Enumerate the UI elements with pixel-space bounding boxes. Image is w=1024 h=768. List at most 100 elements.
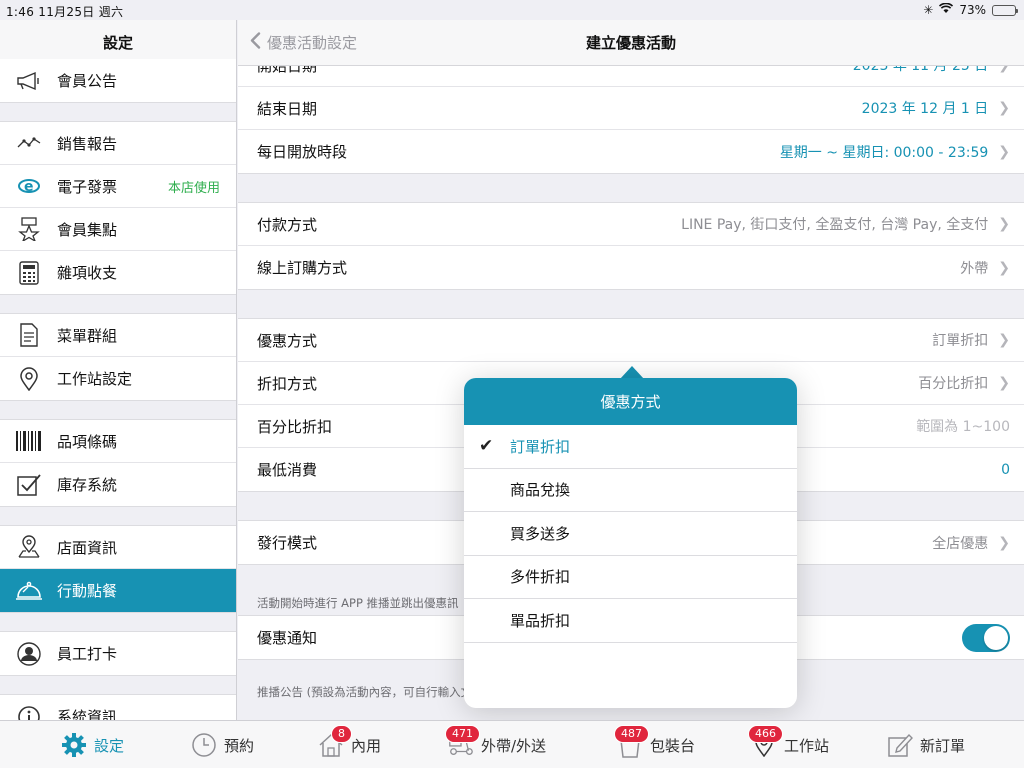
checkbox-icon [14,473,44,497]
count-badge: 487 [614,725,649,743]
sidebar-item[interactable]: 系統資訊 [0,695,236,720]
sidebar-item[interactable]: 行動點餐 [0,569,236,612]
sales-chart-icon [14,131,44,155]
tab-label: 內用 [351,736,382,755]
sidebar-item[interactable]: 雜項收支 [0,251,236,294]
sidebar-item[interactable]: e 電子發票 本店使用 [0,165,236,208]
sidebar-group: 銷售報告 e 電子發票 本店使用 會員集點 雜項收支 [0,121,236,295]
clock-icon [190,731,218,759]
sidebar-item-label: 行動點餐 [57,582,118,600]
sidebar-item-label: 雜項收支 [57,264,118,282]
settings-sidebar: 設定 會員公告 銷售報告 e 電子發票 本店使用 會員集點 雜項收支 菜單群組 工作站設定 品項條… [0,20,237,720]
tab-label: 工作站 [784,736,830,755]
tab-item[interactable]: 新訂單 [886,721,965,768]
sidebar-item[interactable]: 員工打卡 [0,632,236,675]
menu-doc-icon [14,323,44,347]
popover-option[interactable]: 單品折扣 [464,599,797,643]
discount-type-label: 折扣方式 [257,374,318,393]
notify-toggle[interactable] [962,623,1010,652]
tab-item[interactable]: 471 外帶/外送 [445,721,546,768]
tab-label: 包裝台 [650,736,696,755]
sidebar-group: 員工打卡 [0,631,236,676]
percent-input[interactable]: 範圍為 1~100 [916,416,1010,436]
sidebar-group: 會員公告 [0,59,236,103]
chevron-right-icon: ❯ [998,332,1010,348]
discount-method-row[interactable]: 優惠方式 訂單折扣 ❯ [238,319,1024,362]
back-button[interactable]: 優惠活動設定 [250,32,357,53]
discount-method-value: 訂單折扣 [932,333,989,349]
megaphone-icon [14,69,44,93]
sidebar-item[interactable]: 品項條碼 [0,420,236,463]
popover-option-label: 買多送多 [510,524,571,543]
battery-icon [992,4,1018,16]
online-order-value: 外帶 [960,260,989,277]
min-spend-input[interactable]: 0 [1001,462,1010,478]
end-date-row[interactable]: 結束日期 2023 年 12 月 1 日 ❯ [238,87,1024,130]
issue-mode-label: 發行模式 [257,534,318,552]
sidebar-group: 系統資訊 [0,694,236,720]
sidebar-item[interactable]: 會員公告 [0,59,236,102]
tab-item[interactable]: 487 包裝台 [614,721,696,768]
popover-option[interactable]: 商品兌換 [464,469,797,512]
edit-icon [886,731,914,759]
chevron-right-icon: ❯ [998,375,1010,391]
sidebar-item-label: 品項條碼 [57,432,118,451]
tab-bar: 設定 預約 8 內用 471 外帶/外送 487 包裝台 466 工作站 新訂單 [0,720,1024,768]
tab-item[interactable]: 8 內用 [317,721,381,768]
popover-title: 優惠方式 [464,378,797,425]
sidebar-item-label: 電子發票 [57,177,118,196]
chevron-right-icon: ❯ [998,143,1010,160]
sidebar-groups: 會員公告 銷售報告 e 電子發票 本店使用 會員集點 雜項收支 菜單群組 工作站設定 品項條碼 庫存… [0,59,236,720]
hours-row[interactable]: 每日開放時段 星期一 ~ 星期日: 00:00 - 23:59 ❯ [238,130,1024,173]
online-order-row[interactable]: 線上訂購方式 外帶 ❯ [238,246,1024,289]
wifi-icon [939,2,954,17]
chevron-right-icon: ❯ [998,100,1010,116]
sidebar-item-label: 菜單群組 [57,326,118,345]
end-date-label: 結束日期 [257,99,318,118]
status-right: ✳ 73% [923,2,1018,17]
chevron-right-icon: ❯ [998,259,1010,276]
store-location-icon [14,535,44,559]
tab-item[interactable]: 預約 [190,721,254,768]
status-bar: 1:46 11月25日 週六 ✳ 73% [0,0,1024,20]
sidebar-item[interactable]: 銷售報告 [0,122,236,165]
sidebar-item[interactable]: 菜單群組 [0,314,236,357]
popover-option[interactable]: 多件折扣 [464,556,797,599]
discount-type-value: 百分比折扣 [918,376,989,392]
sidebar-item-label: 系統資訊 [57,708,118,720]
sidebar-item[interactable]: 會員集點 [0,208,236,251]
popover-option-label: 多件折扣 [510,568,571,587]
popover-option-label: 訂單折扣 [510,437,571,456]
tab-label: 新訂單 [920,736,966,755]
hours-value: 星期一 ~ 星期日: 00:00 - 23:59 [779,144,989,161]
tab-item[interactable]: 設定 [60,721,124,768]
sidebar-item-label: 會員公告 [57,72,118,90]
popover-option[interactable]: ✔ 訂單折扣 [464,425,797,469]
sidebar-group: 菜單群組工作站設定 [0,313,236,401]
notify-label: 優惠通知 [257,629,318,647]
checkmark-icon: ✔ [479,436,494,457]
sidebar-item[interactable]: 庫存系統 [0,463,236,506]
page-title: 建立優惠活動 [585,34,676,52]
location-pin-icon [14,366,44,391]
payment-value: LINE Pay, 街口支付, 全盈支付, 台灣 Pay, 全支付 [681,217,989,233]
house-icon: 8 [317,725,352,759]
signal-icon: ✳ [923,3,934,17]
popover-option[interactable]: 買多送多 [464,512,797,556]
sidebar-item[interactable]: 工作站設定 [0,357,236,400]
popover-option-label: 單品折扣 [510,611,571,630]
tab-label: 設定 [94,736,125,755]
min-spend-label: 最低消費 [257,461,318,479]
location-pin-icon: 466 [748,725,783,759]
tab-label: 預約 [224,736,255,755]
sidebar-item[interactable]: 店面資訊 [0,526,236,569]
calculator-icon [14,260,44,285]
sidebar-group: 品項條碼 庫存系統 [0,419,236,507]
payment-row[interactable]: 付款方式 LINE Pay, 街口支付, 全盈支付, 台灣 Pay, 全支付 ❯ [238,203,1024,246]
issue-mode-value: 全店優惠 [932,535,989,552]
popover-options: ✔ 訂單折扣商品兌換買多送多多件折扣單品折扣 [464,425,797,643]
count-badge: 471 [445,725,480,743]
sidebar-item-label: 庫存系統 [57,476,118,494]
status-badge: 本店使用 [167,180,220,196]
tab-item[interactable]: 466 工作站 [748,721,830,768]
